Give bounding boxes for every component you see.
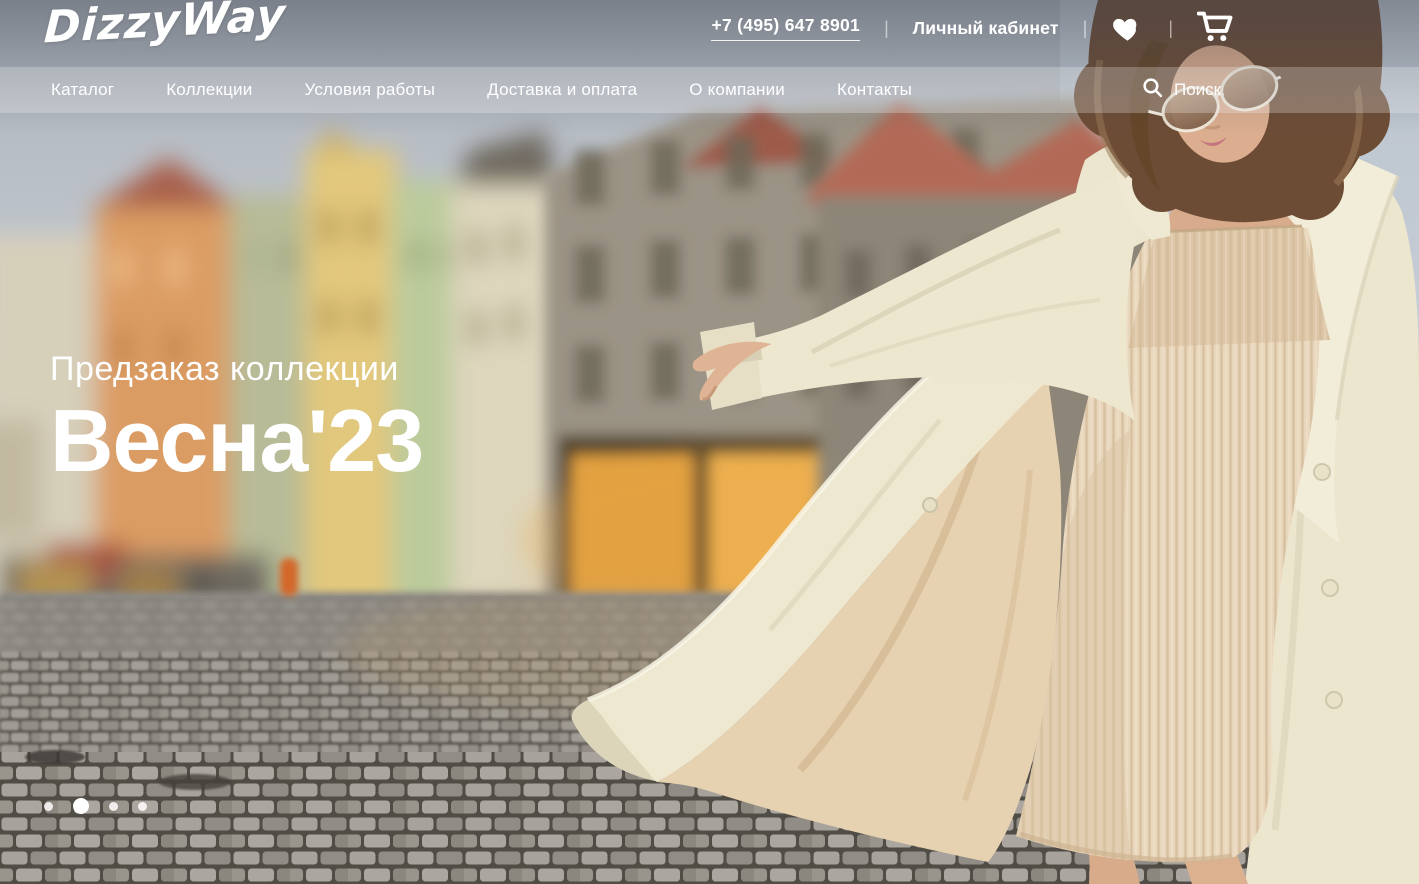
nav-item-delivery[interactable]: Доставка и оплата — [487, 80, 637, 100]
search-icon — [1142, 77, 1163, 103]
cart-button[interactable] — [1197, 11, 1235, 46]
separator: | — [1083, 18, 1088, 39]
nav-items: Каталог Коллекции Условия работы Доставк… — [0, 80, 912, 100]
account-link[interactable]: Личный кабинет — [913, 18, 1059, 39]
topbar-actions: +7 (495) 647 8901 | Личный кабинет | | — [711, 0, 1235, 56]
hero-title: Весна'23 — [50, 399, 423, 483]
carousel-dot[interactable] — [73, 798, 89, 814]
nav-item-terms[interactable]: Условия работы — [304, 80, 435, 100]
topbar: DizzyWay +7 (495) 647 8901 | Личный каби… — [0, 0, 1419, 64]
nav-item-contacts[interactable]: Контакты — [837, 80, 912, 100]
separator: | — [1168, 18, 1173, 39]
carousel-dots — [44, 797, 147, 815]
brand-logo[interactable]: DizzyWay — [43, 0, 287, 53]
hero-kicker: Предзаказ коллекции — [50, 350, 423, 389]
search-control[interactable]: Поиск — [1142, 67, 1221, 113]
carousel-dot[interactable] — [109, 802, 118, 811]
cart-icon — [1197, 11, 1235, 46]
landing-page: DizzyWay +7 (495) 647 8901 | Личный каби… — [0, 0, 1419, 884]
nav-item-collections[interactable]: Коллекции — [166, 80, 252, 100]
hero-copy: Предзаказ коллекции Весна'23 — [50, 350, 423, 483]
nav-item-about[interactable]: О компании — [689, 80, 785, 100]
main-nav: Каталог Коллекции Условия работы Доставк… — [0, 67, 1419, 113]
nav-item-catalog[interactable]: Каталог — [51, 80, 114, 100]
search-label: Поиск — [1174, 80, 1221, 100]
heart-icon — [1111, 12, 1144, 45]
wishlist-button[interactable] — [1111, 12, 1144, 45]
carousel-dot[interactable] — [138, 802, 147, 811]
phone-link[interactable]: +7 (495) 647 8901 — [711, 15, 860, 41]
carousel-dot[interactable] — [44, 802, 53, 811]
separator: | — [884, 18, 889, 39]
